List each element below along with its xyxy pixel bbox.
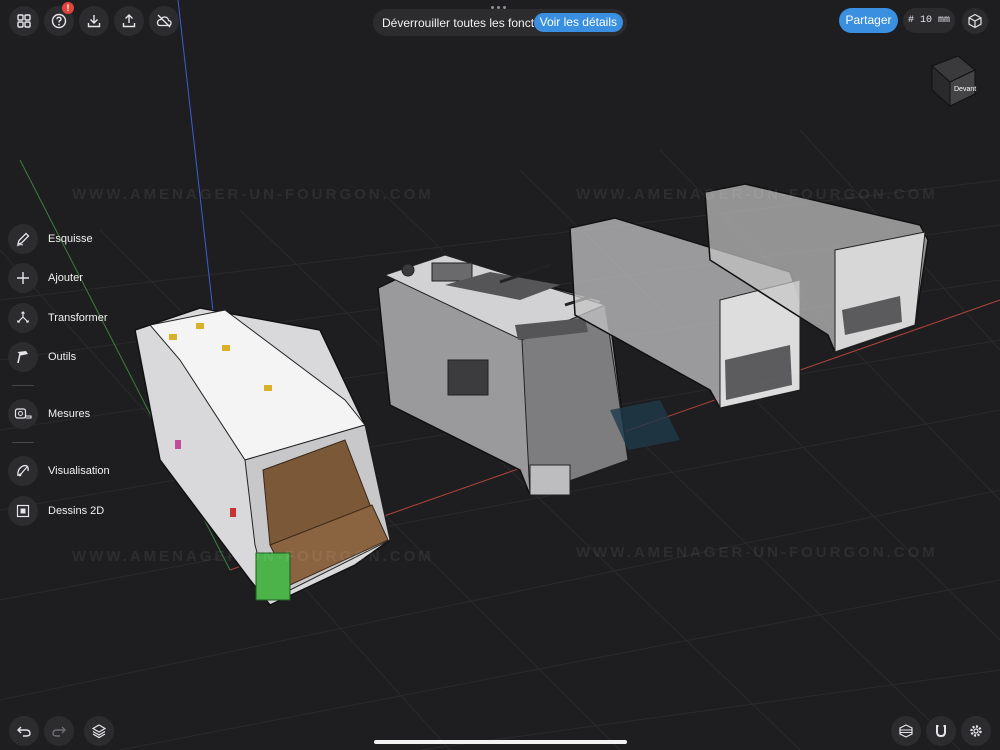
watermark: WWW.AMENAGER-UN-FOURGON.COM — [72, 548, 434, 565]
layers-button[interactable] — [84, 716, 114, 746]
upload-button[interactable] — [114, 6, 144, 36]
tool-transform[interactable]: Transformer — [8, 303, 108, 333]
undo-icon — [17, 726, 31, 737]
magnet-icon — [936, 725, 946, 738]
watermark: WWW.AMENAGER-UN-FOURGON.COM — [576, 544, 938, 561]
help-badge: ! — [62, 2, 74, 14]
tool-add-label: Ajouter — [48, 272, 83, 284]
cube-icon — [968, 13, 982, 29]
materials-button[interactable] — [891, 716, 921, 746]
unlock-banner[interactable]: Déverrouiller toutes les fonctions Voir … — [373, 9, 627, 36]
transform-icon — [16, 311, 30, 323]
tool-visualisation-label: Visualisation — [48, 465, 110, 477]
grid-size-button[interactable]: # 10 mm — [903, 8, 955, 33]
redo-icon — [52, 726, 66, 737]
tape-measure-icon — [14, 408, 32, 419]
tool-measures-label: Mesures — [48, 408, 91, 420]
materials-icon — [899, 724, 913, 738]
watermark: WWW.AMENAGER-UN-FOURGON.COM — [72, 186, 434, 203]
tool-2d-drawings-label: Dessins 2D — [48, 505, 105, 517]
tool-sketch-label: Esquisse — [48, 233, 93, 245]
help-icon — [51, 13, 67, 29]
tool-visualisation[interactable]: Visualisation — [8, 456, 110, 486]
settings-icon — [970, 725, 982, 737]
grid-icon — [17, 14, 31, 28]
home-indicator[interactable] — [374, 740, 627, 744]
tool-2d-drawings[interactable]: Dessins 2D — [8, 496, 104, 526]
drawing-2d-icon — [16, 504, 30, 518]
unlock-text: Déverrouiller toutes les fonctions — [382, 15, 557, 30]
tool-sketch[interactable]: Esquisse — [8, 224, 93, 254]
details-button[interactable]: Voir les détails — [533, 13, 623, 32]
undo-button[interactable] — [9, 716, 39, 746]
watermark: WWW.AMENAGER-UN-FOURGON.COM — [576, 186, 938, 203]
tool-tools-label: Outils — [48, 351, 77, 363]
view-cube-front-label: Devant — [954, 86, 976, 93]
cloud-sync-button[interactable] — [149, 6, 179, 36]
plus-icon — [17, 272, 29, 284]
tool-separator — [12, 442, 34, 443]
download-icon — [87, 15, 101, 28]
share-button[interactable]: Partager — [839, 8, 898, 33]
tool-tools[interactable]: Outils — [8, 342, 76, 372]
tool-transform-label: Transformer — [48, 312, 108, 324]
upload-icon — [122, 14, 136, 28]
view-cube-button[interactable] — [962, 8, 988, 34]
layers-icon — [91, 724, 107, 739]
settings-button[interactable] — [961, 716, 991, 746]
download-button[interactable] — [79, 6, 109, 36]
visualisation-icon — [17, 464, 29, 477]
tool-measures[interactable]: Mesures — [8, 399, 90, 429]
tool-separator — [12, 385, 34, 386]
help-button[interactable]: ! — [44, 2, 74, 36]
pencil-icon — [16, 232, 30, 247]
magnet-button[interactable] — [926, 716, 956, 746]
hammer-icon — [17, 351, 28, 364]
redo-button[interactable] — [44, 716, 74, 746]
cloud-off-icon — [156, 14, 172, 28]
tool-add[interactable]: Ajouter — [8, 263, 83, 293]
grid-menu-button[interactable] — [9, 6, 39, 36]
3d-viewport[interactable]: Devant — [0, 0, 1000, 750]
